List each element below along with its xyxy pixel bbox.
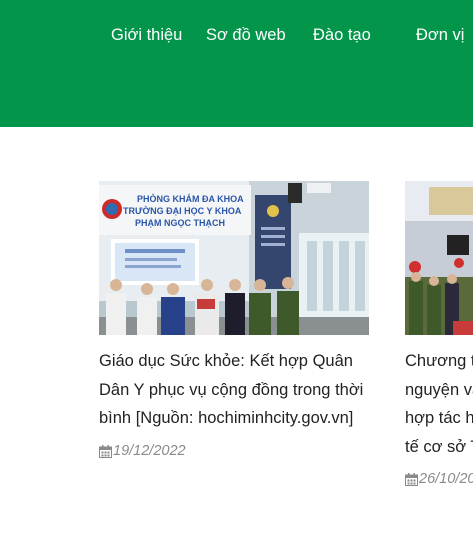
news-date: 19/12/2022 — [99, 443, 186, 459]
nav-item-so-do-web[interactable]: Sơ đồ web — [206, 24, 286, 46]
news-title-line: Chương tr — [405, 352, 473, 370]
nav-item-dao-tao[interactable]: Đào tạo — [313, 24, 371, 46]
news-title-line: nguyện và — [405, 380, 473, 399]
news-title[interactable]: Giáo dục Sức khỏe: Kết hợp Quân Dân Y ph… — [99, 347, 369, 433]
news-date: 26/10/20 — [405, 471, 473, 487]
sign-line-3: PHẠM NGỌC THẠCH — [135, 218, 225, 228]
news-title-line: tế cơ sở Tỉ — [405, 437, 473, 456]
news-card: Chương tr nguyện và hợp tác hỗ tế cơ sở … — [405, 181, 473, 501]
news-date-text: 19/12/2022 — [113, 443, 186, 459]
top-navbar: Giới thiệu Sơ đồ web Đào tạo Đơn vị — [0, 0, 473, 127]
news-date-text: 26/10/20 — [419, 471, 473, 487]
news-title-line: hợp tác hỗ — [405, 409, 473, 427]
nav-item-gioi-thieu[interactable]: Giới thiệu — [111, 24, 182, 46]
nav-item-don-vi[interactable]: Đơn vị — [416, 24, 464, 46]
news-photo[interactable] — [405, 181, 473, 335]
news-photo[interactable]: PHÒNG KHÁM ĐA KHOA TRƯỜNG ĐẠI HỌC Y KHOA… — [99, 181, 369, 335]
sign-line-1: PHÒNG KHÁM ĐA KHOA — [137, 193, 244, 204]
news-card: PHÒNG KHÁM ĐA KHOA TRƯỜNG ĐẠI HỌC Y KHOA… — [99, 181, 369, 481]
news-title[interactable]: Chương tr nguyện và hợp tác hỗ tế cơ sở … — [405, 347, 473, 461]
calendar-icon — [405, 472, 418, 486]
sign-line-2: TRƯỜNG ĐẠI HỌC Y KHOA — [123, 205, 242, 216]
calendar-icon — [99, 444, 112, 458]
